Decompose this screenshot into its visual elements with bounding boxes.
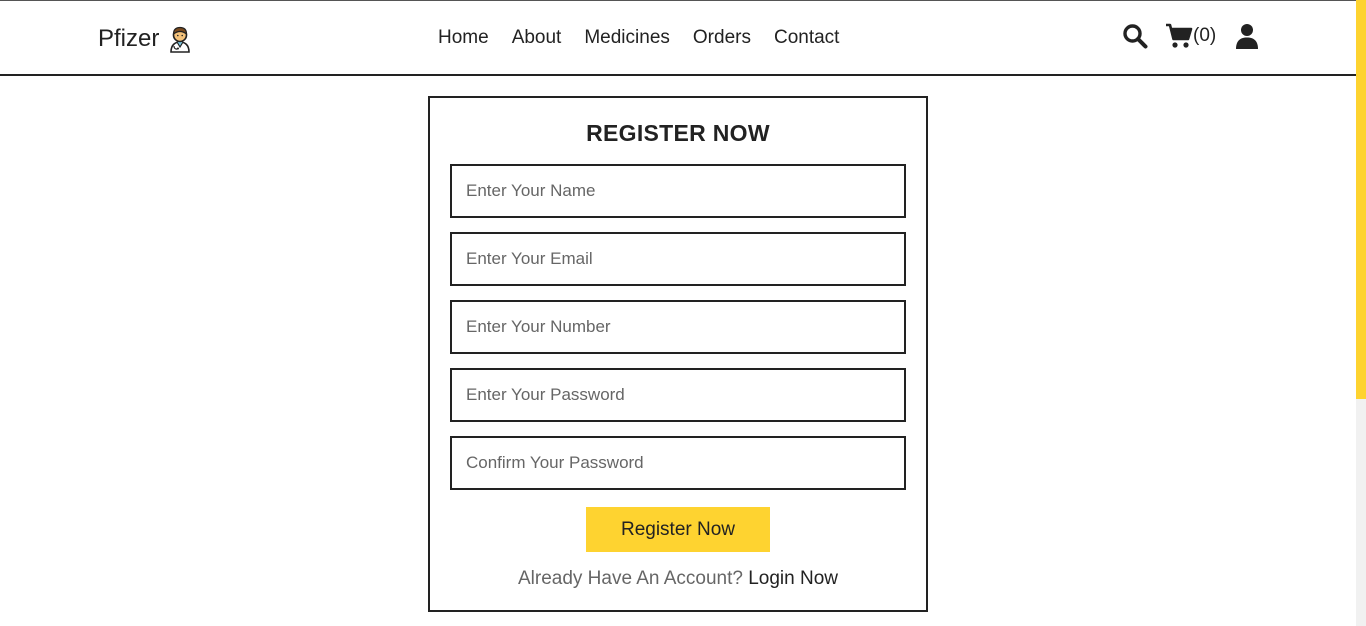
main-nav: Home About Medicines Orders Contact — [438, 27, 839, 49]
nav-medicines[interactable]: Medicines — [584, 27, 670, 49]
cart-icon — [1166, 23, 1193, 48]
cart-button[interactable]: (0) — [1165, 23, 1216, 49]
nav-contact[interactable]: Contact — [774, 27, 839, 49]
register-button[interactable]: Register Now — [586, 507, 770, 552]
login-link[interactable]: Login Now — [748, 568, 838, 589]
search-icon[interactable] — [1122, 23, 1148, 49]
site-header: Pfizer Home About Medicines Orders Conta… — [0, 1, 1356, 76]
scrollbar-thumb[interactable] — [1356, 0, 1366, 399]
page-scrollbar[interactable] — [1356, 0, 1366, 626]
number-input[interactable] — [450, 300, 906, 354]
password-input[interactable] — [450, 368, 906, 422]
doctor-icon — [170, 26, 191, 53]
nav-orders[interactable]: Orders — [693, 27, 751, 49]
form-title: REGISTER NOW — [586, 120, 770, 146]
header-icons: (0) — [1122, 23, 1259, 49]
nav-home[interactable]: Home — [438, 27, 489, 49]
user-icon[interactable] — [1236, 23, 1259, 49]
login-prompt: Already Have An Account? Login Now — [430, 568, 926, 590]
confirm-password-input[interactable] — [450, 436, 906, 490]
email-input[interactable] — [450, 232, 906, 286]
cart-count: (0) — [1193, 25, 1217, 46]
register-form: REGISTER NOW Register Now Already Have A… — [428, 96, 928, 612]
logo-text: Pfizer — [98, 25, 160, 52]
name-input[interactable] — [450, 164, 906, 218]
logo[interactable]: Pfizer — [98, 25, 193, 53]
nav-about[interactable]: About — [512, 27, 562, 49]
login-prompt-text: Already Have An Account? — [517, 568, 743, 589]
